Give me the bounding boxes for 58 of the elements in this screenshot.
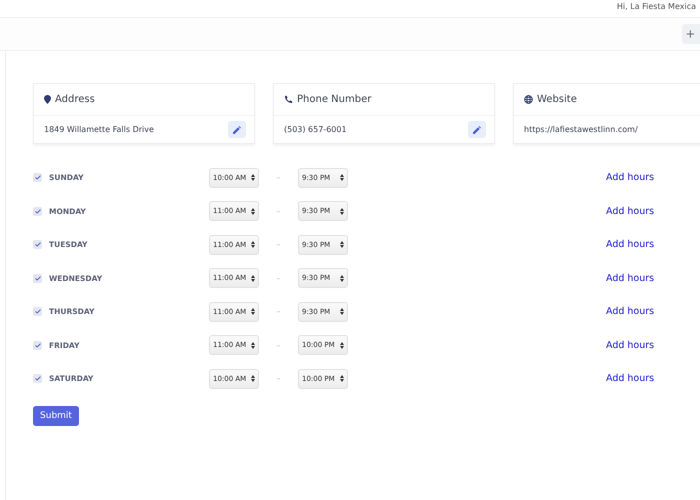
card-value: (503) 657-6001 — [284, 125, 347, 134]
spinner-arrows-icon — [340, 308, 344, 316]
spinner-arrows-icon — [251, 208, 255, 215]
add-hours-link[interactable]: Add hours — [606, 239, 654, 250]
dash-separator: – — [276, 374, 282, 384]
pencil-icon — [233, 126, 241, 134]
spinner-arrows-icon — [340, 274, 344, 282]
add-hours-link[interactable]: Add hours — [606, 272, 654, 284]
day-checkbox[interactable] — [33, 240, 42, 250]
checkmark-icon — [34, 342, 40, 348]
globe-icon — [524, 95, 533, 104]
checkmark-icon — [34, 242, 40, 248]
checkmark-icon — [34, 208, 40, 214]
spinner-arrows-icon — [340, 208, 344, 215]
spinner-arrows-icon — [251, 375, 255, 382]
greeting-text: Hi, La Fiesta Mexica — [616, 2, 696, 11]
dash-separator: – — [276, 307, 282, 316]
day-checkbox[interactable] — [33, 340, 42, 350]
add-button[interactable]: + — [682, 24, 700, 44]
edit-button[interactable] — [228, 121, 246, 138]
checkmark-icon — [34, 276, 40, 281]
spinner-arrows-icon — [340, 174, 344, 182]
checkmark-icon — [34, 175, 40, 180]
spinner-arrows-icon — [251, 174, 255, 182]
pencil-icon — [473, 126, 481, 134]
day-checkbox[interactable] — [33, 307, 42, 316]
card-title: Address — [55, 94, 95, 105]
add-hours-link[interactable]: Add hours — [606, 306, 654, 318]
dash-separator: – — [276, 274, 282, 283]
dash-separator: – — [276, 240, 282, 250]
spinner-arrows-icon — [251, 241, 255, 248]
card-value: 1849 Willamette Falls Drive — [44, 125, 154, 134]
add-hours-link[interactable]: Add hours — [606, 172, 654, 184]
card-title: Website — [537, 94, 577, 105]
add-hours-link[interactable]: Add hours — [606, 373, 654, 384]
card-title: Phone Number — [297, 94, 372, 105]
spinner-arrows-icon — [340, 375, 344, 382]
checkmark-icon — [34, 376, 40, 382]
map-pin-icon — [44, 95, 51, 104]
phone-icon — [284, 95, 293, 104]
dash-separator: – — [276, 173, 282, 182]
day-checkbox[interactable] — [33, 173, 42, 182]
day-checkbox[interactable] — [33, 274, 42, 283]
dash-separator: – — [276, 206, 282, 216]
checkmark-icon — [34, 309, 40, 314]
edit-button[interactable] — [468, 121, 486, 138]
spinner-arrows-icon — [251, 274, 255, 282]
spinner-arrows-icon — [340, 241, 344, 248]
spinner-arrows-icon — [340, 342, 344, 349]
add-hours-link[interactable]: Add hours — [606, 206, 654, 217]
spinner-arrows-icon — [251, 308, 255, 316]
day-checkbox[interactable] — [33, 374, 42, 384]
spinner-arrows-icon — [251, 342, 255, 349]
dash-separator: – — [276, 340, 282, 350]
card-value: https://lafiestawestlinn.com/ — [524, 125, 638, 134]
day-checkbox[interactable] — [33, 206, 42, 216]
add-hours-link[interactable]: Add hours — [606, 340, 654, 351]
submit-button[interactable]: Submit — [33, 406, 79, 426]
